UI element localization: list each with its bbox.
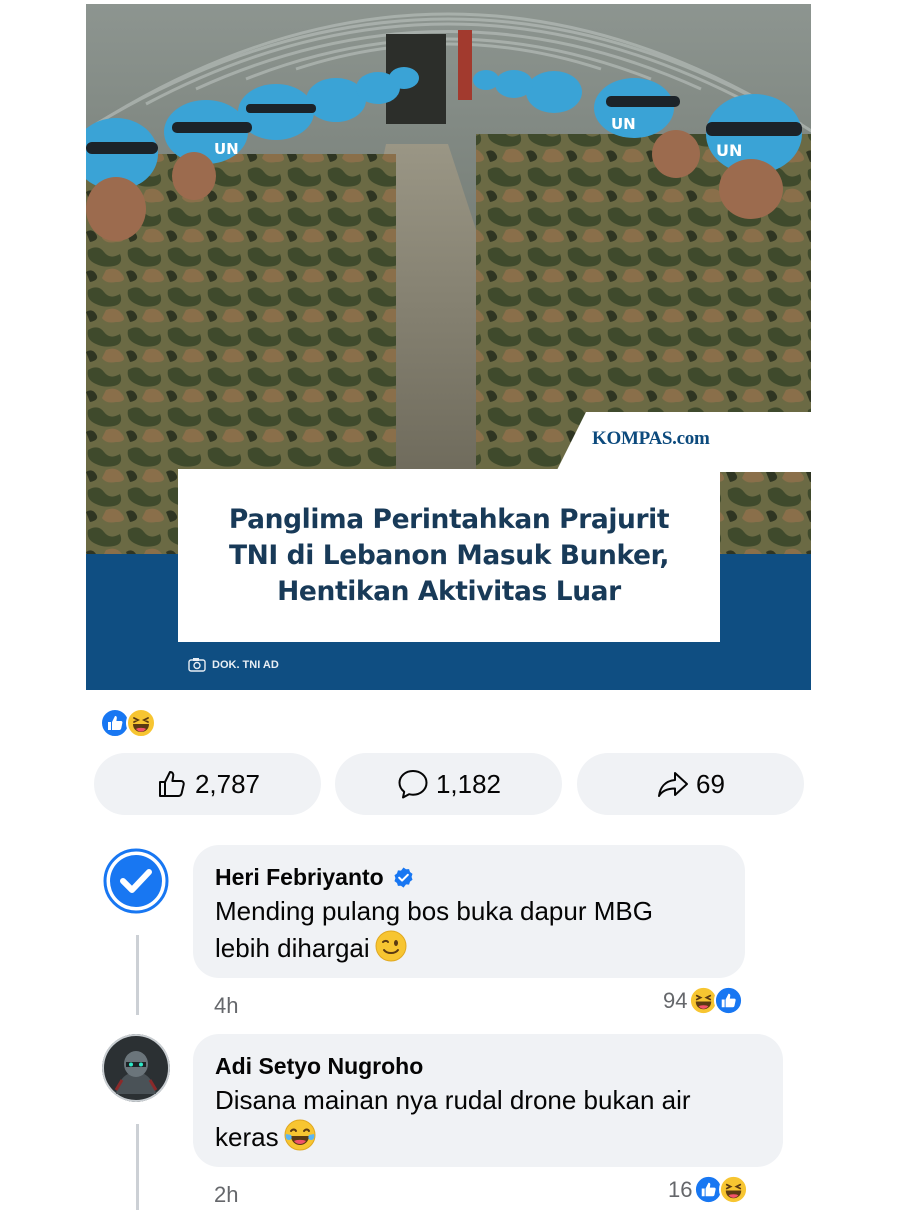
- comment-bubble-icon: [398, 770, 428, 799]
- comment-button[interactable]: 1,182: [335, 753, 562, 815]
- kompas-logo: KOMPAS.com: [592, 428, 710, 449]
- helmet-label: UN: [716, 141, 742, 160]
- haha-reaction-icon: [126, 708, 156, 738]
- headline-line: Panglima Perintahkan Prajurit: [228, 503, 670, 535]
- comment-text: Disana mainan nya rudal drone bukan air …: [215, 1082, 761, 1155]
- comment-line: Mending pulang bos buka dapur MBG: [215, 896, 653, 926]
- comment-count: 1,182: [435, 768, 502, 799]
- tears-of-joy-icon: [284, 1119, 316, 1151]
- comment-line-text: keras: [215, 1122, 279, 1152]
- camera-icon: [188, 658, 206, 672]
- headline-card: Panglima Perintahkan Prajurit TNI di Leb…: [178, 469, 720, 642]
- thumbs-up-icon: [158, 771, 185, 797]
- verified-badge-icon: [394, 866, 413, 888]
- avatar[interactable]: [102, 847, 170, 915]
- photo-credit: DOK. TNI AD: [188, 657, 279, 672]
- reaction-count: 16: [668, 1176, 693, 1202]
- thread-line: [136, 935, 139, 1015]
- comment-author[interactable]: Adi Setyo Nugroho: [215, 1050, 761, 1082]
- headline-line: Hentikan Aktivitas Luar: [277, 575, 621, 607]
- share-arrow-icon: [658, 772, 689, 797]
- comment-bubble[interactable]: Adi Setyo Nugroho Disana mainan nya ruda…: [193, 1034, 783, 1167]
- comment-text: Mending pulang bos buka dapur MBG lebih …: [215, 893, 723, 966]
- photo-credit-text: DOK. TNI AD: [212, 658, 279, 671]
- like-reaction-icon: [714, 986, 744, 1015]
- thread-line: [136, 1124, 139, 1210]
- share-count: 69: [696, 768, 725, 799]
- haha-reaction-icon: [719, 1175, 749, 1204]
- winking-face-icon: [375, 930, 407, 962]
- comment-line: Disana mainan nya rudal drone bukan air: [215, 1085, 691, 1115]
- helmet-label: UN: [214, 140, 239, 158]
- comment-line: keras: [215, 1118, 761, 1155]
- comment-reactions[interactable]: 16: [668, 1175, 749, 1204]
- reaction-count: 94: [663, 987, 688, 1013]
- like-button[interactable]: 2,787: [94, 753, 321, 815]
- verified-check-avatar-icon: [102, 847, 170, 915]
- author-name[interactable]: Heri Febriyanto: [215, 864, 384, 891]
- comment-reactions[interactable]: 94: [663, 986, 744, 1015]
- comment-author[interactable]: Heri Febriyanto: [215, 861, 723, 893]
- reaction-summary[interactable]: [100, 708, 160, 738]
- comment-line-text: lebih dihargai: [215, 933, 370, 963]
- headline-line: TNI di Lebanon Masuk Bunker,: [228, 539, 670, 571]
- like-count: 2,787: [194, 768, 261, 799]
- post-image[interactable]: UN UN UN KOMPAS.com Panglima Perintahkan…: [86, 4, 811, 690]
- author-name[interactable]: Adi Setyo Nugroho: [215, 1053, 423, 1080]
- comment-time[interactable]: 4h: [214, 993, 238, 1019]
- comment-line: lebih dihargai: [215, 929, 723, 966]
- comment-time[interactable]: 2h: [214, 1182, 238, 1208]
- headline: Panglima Perintahkan Prajurit TNI di Leb…: [228, 502, 670, 610]
- helmet-label: UN: [611, 115, 636, 133]
- robot-avatar-icon: [102, 1034, 170, 1102]
- share-button[interactable]: 69: [577, 753, 804, 815]
- comment-bubble[interactable]: Heri Febriyanto Mending pulang bos buka …: [193, 845, 745, 978]
- avatar[interactable]: [102, 1034, 170, 1102]
